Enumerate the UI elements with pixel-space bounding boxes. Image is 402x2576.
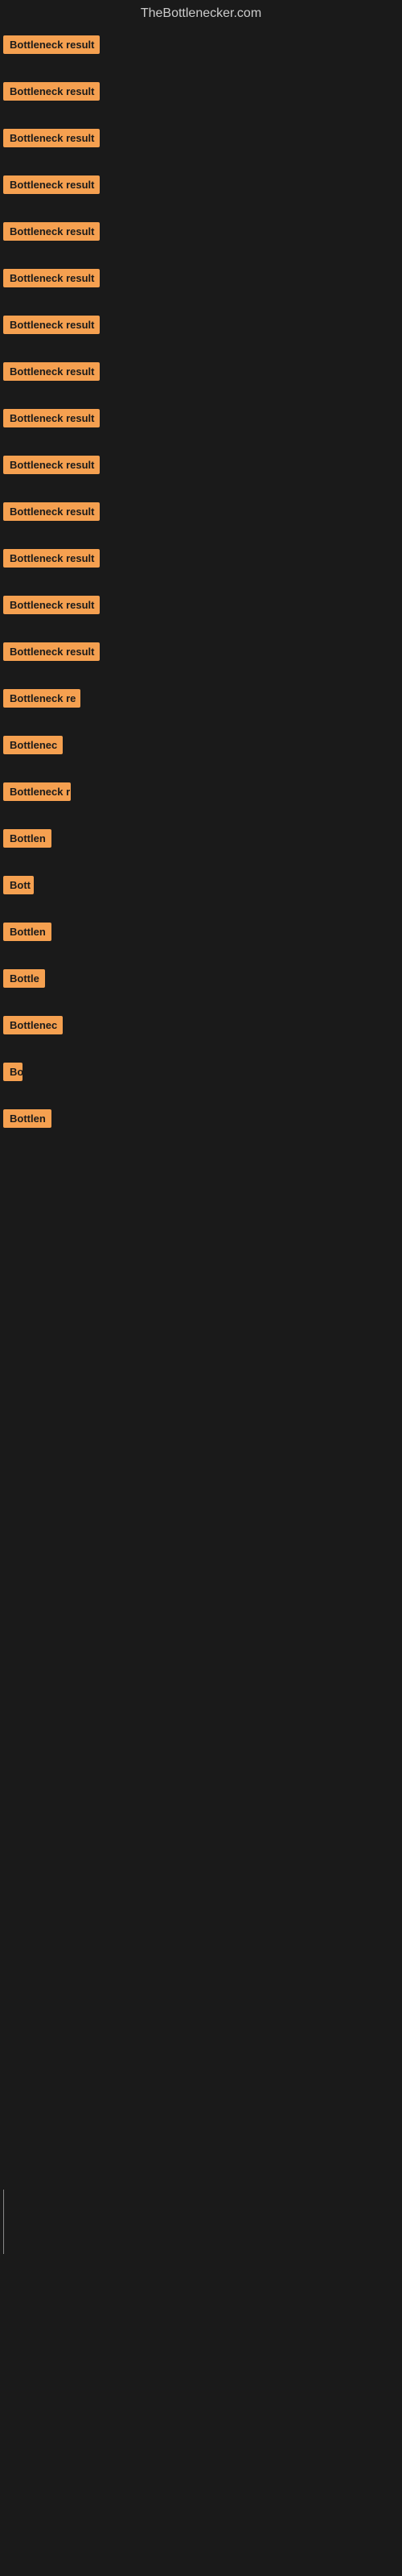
bottleneck-badge[interactable]: Bottleneck result	[3, 642, 100, 661]
bottleneck-badge[interactable]: Bottlenec	[3, 736, 63, 754]
bottleneck-badge[interactable]: Bottle	[3, 969, 45, 988]
bottleneck-badge[interactable]: Bottleneck result	[3, 456, 100, 474]
result-row: Bottleneck result	[0, 544, 402, 576]
cursor-line	[3, 2190, 4, 2254]
result-row: Bottleneck result	[0, 264, 402, 296]
result-row: Bottleneck result	[0, 404, 402, 436]
bottleneck-badge[interactable]: Bottlen	[3, 829, 51, 848]
results-container: Bottleneck result Bottleneck result Bottle…	[0, 31, 402, 1137]
result-row: Bottleneck result	[0, 357, 402, 390]
bottleneck-badge[interactable]: Bottleneck result	[3, 502, 100, 521]
result-row: Bottleneck result	[0, 497, 402, 530]
bottleneck-badge[interactable]: Bottleneck result	[3, 549, 100, 568]
bottleneck-badge[interactable]: Bottleneck result	[3, 316, 100, 334]
bottleneck-badge[interactable]: Bottleneck result	[3, 222, 100, 241]
bottleneck-badge[interactable]: Bottleneck result	[3, 129, 100, 147]
result-row: Bottlen	[0, 824, 402, 857]
bottleneck-badge[interactable]: Bottleneck result	[3, 175, 100, 194]
result-row: Bottleneck result	[0, 171, 402, 203]
result-row: Bottlenec	[0, 1011, 402, 1043]
result-row: Bottleneck r	[0, 778, 402, 810]
bottleneck-badge[interactable]: Bottleneck result	[3, 35, 100, 54]
result-row: Bottleneck result	[0, 311, 402, 343]
bottleneck-badge[interactable]: Bottleneck result	[3, 596, 100, 614]
result-row: Bottleneck result	[0, 217, 402, 250]
result-row: Bottleneck result	[0, 31, 402, 63]
bottleneck-badge[interactable]: Bo	[3, 1063, 23, 1081]
bottleneck-badge[interactable]: Bottleneck r	[3, 782, 71, 801]
site-title: TheBottlenecker.com	[0, 0, 402, 27]
bottleneck-badge[interactable]: Bottlen	[3, 923, 51, 941]
bottleneck-badge[interactable]: Bottleneck re	[3, 689, 80, 708]
result-row: Bott	[0, 871, 402, 903]
bottleneck-badge[interactable]: Bottleneck result	[3, 362, 100, 381]
result-row: Bottleneck result	[0, 451, 402, 483]
bottleneck-badge[interactable]: Bottlen	[3, 1109, 51, 1128]
result-row: Bottleneck result	[0, 638, 402, 670]
result-row: Bottlenec	[0, 731, 402, 763]
result-row: Bottleneck result	[0, 124, 402, 156]
result-row: Bottle	[0, 964, 402, 997]
result-row: Bottlen	[0, 1104, 402, 1137]
result-row: Bottleneck result	[0, 591, 402, 623]
result-row: Bottlen	[0, 918, 402, 950]
result-row: Bottleneck result	[0, 77, 402, 109]
bottleneck-badge[interactable]: Bottleneck result	[3, 82, 100, 101]
result-row: Bo	[0, 1058, 402, 1090]
bottleneck-badge[interactable]: Bottlenec	[3, 1016, 63, 1034]
bottleneck-badge[interactable]: Bott	[3, 876, 34, 894]
bottleneck-badge[interactable]: Bottleneck result	[3, 409, 100, 427]
result-row: Bottleneck re	[0, 684, 402, 716]
bottleneck-badge[interactable]: Bottleneck result	[3, 269, 100, 287]
